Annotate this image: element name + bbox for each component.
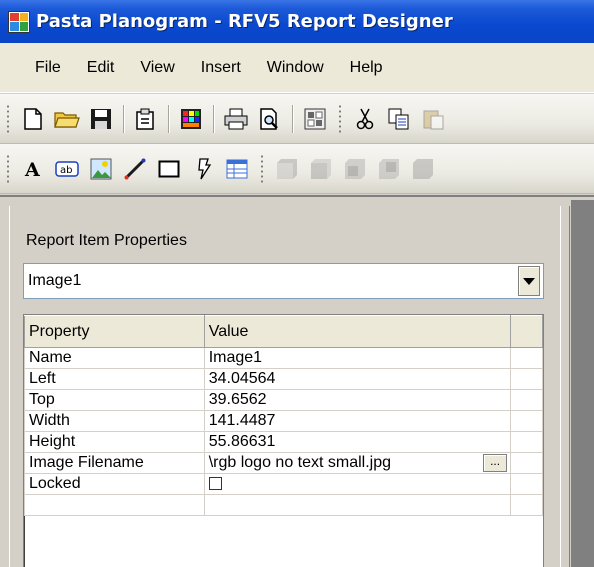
panel-splitter[interactable] [560,206,570,567]
menu-insert[interactable]: Insert [188,59,254,77]
toolbar-separator [292,104,293,133]
line-tool-icon[interactable] [121,155,149,183]
property-row-left[interactable]: Left 34.04564 [24,368,543,390]
image-filename-value: \rgb logo no text small.jpg [208,454,392,471]
menu-help[interactable]: Help [337,59,396,77]
property-grid-header: Property Value [24,315,543,348]
toolbar-separator [168,104,169,133]
property-grid: Property Value Name Image1 Left 34.04564… [23,314,544,567]
property-name-cell: Left [24,368,205,390]
menu-file[interactable]: File [22,59,74,77]
property-value-cell[interactable]: \rgb logo no text small.jpg ... [203,452,512,474]
property-value-cell[interactable]: Image1 [203,347,512,369]
group-icon[interactable] [409,155,437,183]
barcode-tool-icon[interactable] [189,155,217,183]
property-name-cell: Height [24,431,205,453]
title-bar: Pasta Planogram - RFV5 Report Designer [0,0,594,43]
open-folder-icon[interactable] [53,105,81,133]
column-header-property[interactable]: Property [24,315,205,348]
property-row-locked[interactable]: Locked [24,473,543,495]
cut-icon[interactable] [351,105,379,133]
print-preview-icon[interactable] [256,105,284,133]
svg-text:ab: ab [60,165,72,176]
report-item-properties-panel: Report Item Properties Image1 Property V… [9,206,557,567]
property-row-empty [24,494,543,516]
color-palette-icon[interactable] [177,105,205,133]
properties-icon[interactable] [132,105,160,133]
menu-window[interactable]: Window [254,59,337,77]
report-items-toolbar: A ab [0,144,594,194]
column-header-filler [510,315,543,348]
dropdown-arrow-icon[interactable] [518,266,540,296]
toolbar-grip[interactable] [6,153,10,184]
toolbar-grip[interactable] [260,153,264,184]
property-row-height[interactable]: Height 55.86631 [24,431,543,453]
column-header-value[interactable]: Value [203,315,512,348]
property-row-top[interactable]: Top 39.6562 [24,389,543,411]
property-value-cell[interactable]: 55.86631 [203,431,512,453]
new-document-icon[interactable] [19,105,47,133]
textbox-tool-icon[interactable]: ab [53,155,81,183]
property-name-cell: Width [24,410,205,432]
property-value-cell[interactable]: 141.4487 [203,410,512,432]
toolbar-grip[interactable] [6,103,10,134]
property-name-cell: Top [24,389,205,411]
send-to-back-icon[interactable] [307,155,335,183]
standard-toolbar [0,94,594,144]
copy-icon[interactable] [385,105,413,133]
app-icon [8,10,30,33]
toolbar-separator [213,104,214,133]
menu-view[interactable]: View [127,59,187,77]
bring-forward-icon[interactable] [341,155,369,183]
print-icon[interactable] [222,105,250,133]
property-value-cell[interactable]: 34.04564 [203,368,512,390]
toolbar-separator [123,104,124,133]
property-name-cell: Name [24,347,205,369]
svg-text:A: A [24,159,40,180]
property-row-name[interactable]: Name Image1 [24,347,543,369]
menu-bar: File Edit View Insert Window Help [0,43,594,93]
paste-icon[interactable] [419,105,447,133]
toolbar-grip[interactable] [338,103,342,134]
property-value-cell[interactable]: 39.6562 [203,389,512,411]
property-row-image-filename[interactable]: Image Filename \rgb logo no text small.j… [24,452,543,474]
property-name-cell: Image Filename [24,452,205,474]
rectangle-tool-icon[interactable] [155,155,183,183]
property-value-cell[interactable] [203,473,512,495]
image-tool-icon[interactable] [87,155,115,183]
locked-checkbox[interactable] [208,477,222,491]
grid-icon[interactable] [301,105,329,133]
browse-file-button[interactable]: ... [483,454,508,472]
property-name-cell: Locked [24,473,205,495]
report-item-dropdown-value: Image1 [28,272,82,289]
panel-label: Report Item Properties [26,232,187,249]
send-backward-icon[interactable] [375,155,403,183]
window-title: Pasta Planogram - RFV5 Report Designer [36,11,453,32]
table-tool-icon[interactable] [223,155,251,183]
design-surface-background [571,200,594,567]
menu-edit[interactable]: Edit [74,59,128,77]
property-row-width[interactable]: Width 141.4487 [24,410,543,432]
bring-to-front-icon[interactable] [273,155,301,183]
report-item-dropdown[interactable]: Image1 [23,263,544,299]
save-icon[interactable] [87,105,115,133]
text-tool-icon[interactable]: A [19,155,47,183]
